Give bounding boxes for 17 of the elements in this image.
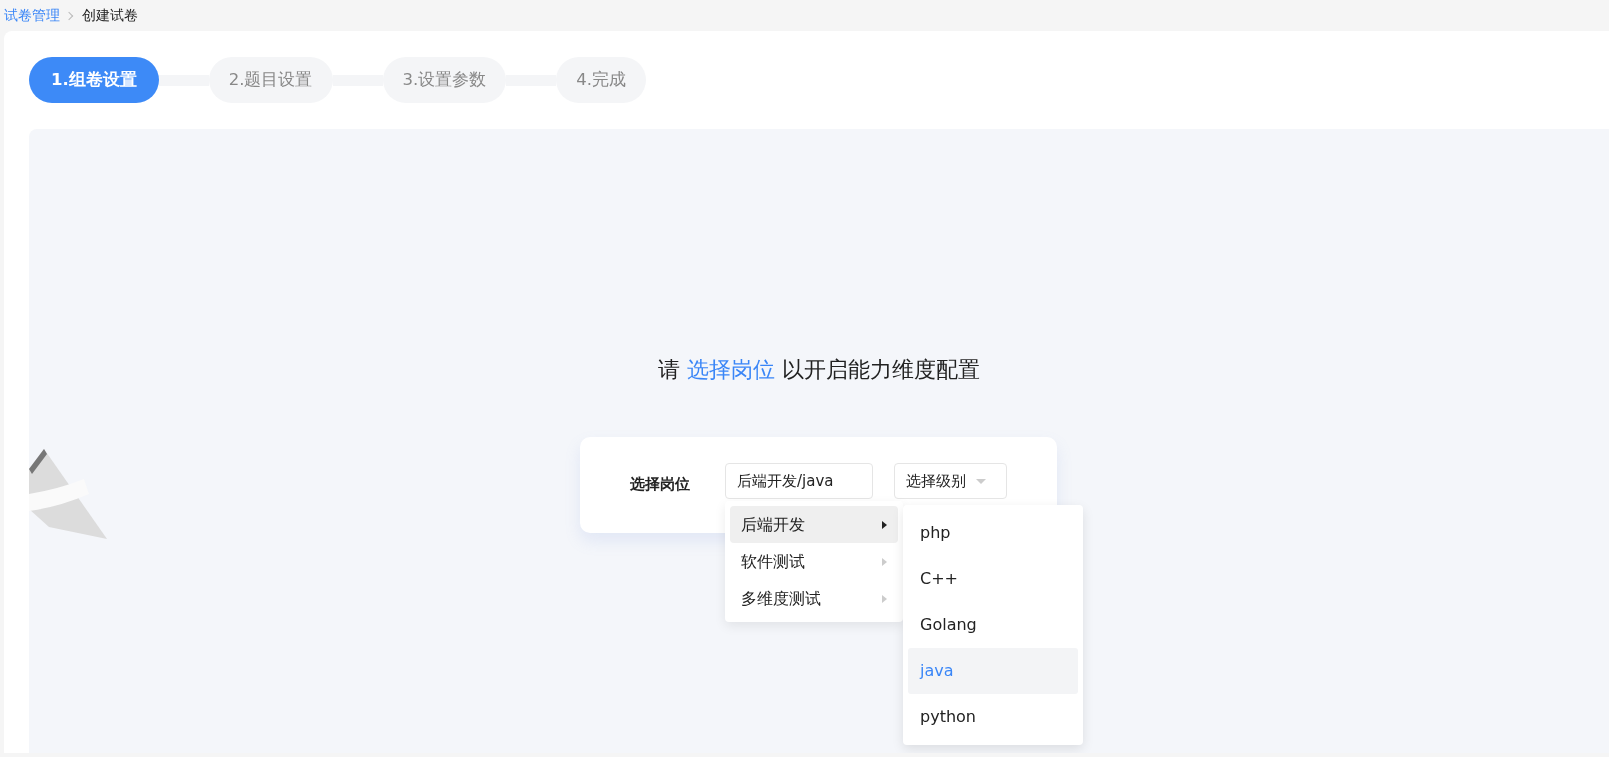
expand-arrow-icon — [882, 520, 887, 529]
category-item[interactable]: 后端开发 — [730, 506, 898, 543]
prompt-text: 请 选择岗位 以开启能力维度配置 — [657, 356, 981, 384]
level-select[interactable]: 选择级别 — [894, 463, 1007, 499]
option-item[interactable]: Golang — [908, 602, 1078, 648]
expand-arrow-icon — [882, 594, 887, 603]
category-item[interactable]: 软件测试 — [730, 543, 898, 580]
field-label: 选择岗位 — [630, 474, 690, 495]
expand-arrow-icon — [882, 557, 887, 566]
step-connector — [158, 74, 209, 86]
category-item[interactable]: 多维度测试 — [730, 580, 898, 617]
option-item[interactable]: python — [908, 694, 1078, 740]
breadcrumb-current: 创建试卷 — [82, 6, 138, 25]
option-item[interactable]: php — [908, 510, 1078, 556]
caret-icon — [976, 478, 986, 484]
option-item[interactable]: C++ — [908, 556, 1078, 602]
position-select[interactable]: 后端开发/java — [725, 463, 873, 499]
